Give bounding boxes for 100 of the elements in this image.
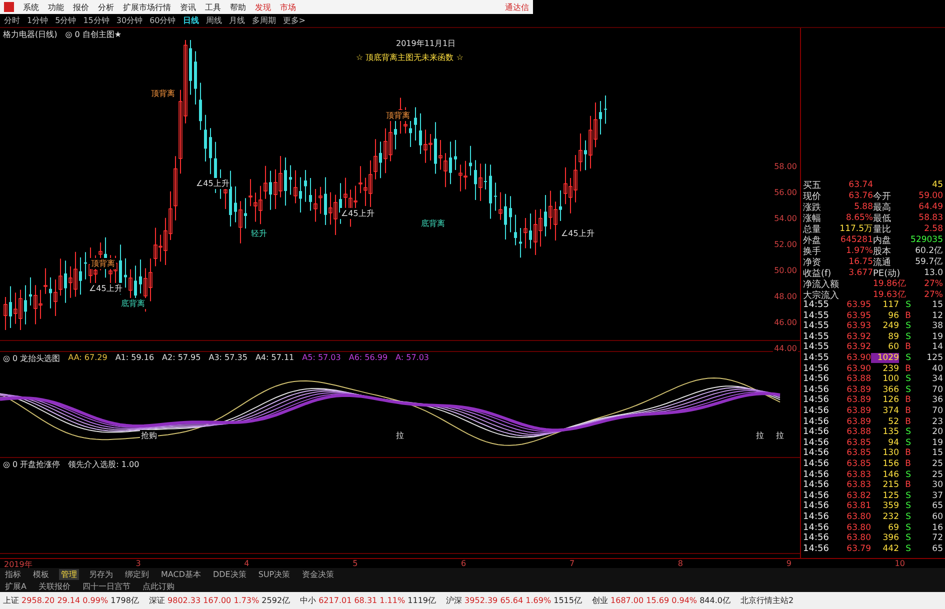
menu-item[interactable]: 发现 xyxy=(255,2,271,12)
index-quote: 中小 6217.01 68.31 1.11% 1119亿 xyxy=(300,595,436,606)
formula-tab[interactable]: 资金决策 xyxy=(300,568,336,580)
menu-item[interactable]: 市场 xyxy=(280,2,296,12)
tick-count: 65 xyxy=(931,501,943,512)
indicator-label: 拉 xyxy=(395,430,405,441)
tick-volume: 89 xyxy=(887,332,899,342)
formula-tab[interactable]: MACD基本 xyxy=(159,568,203,580)
indicator-value: A1: 59.16 xyxy=(115,353,154,364)
tick-count: 72 xyxy=(931,533,943,544)
quote-label: 最低 xyxy=(873,212,892,224)
tick-price: 63.89 xyxy=(846,384,871,395)
tick-time: 14:56 xyxy=(803,438,830,448)
quote-label: 量比 xyxy=(873,224,892,236)
sub-tab[interactable]: 点此订购 xyxy=(140,580,176,592)
period-tab[interactable]: 分时 xyxy=(4,15,20,26)
formula-tab[interactable]: SUP决策 xyxy=(256,568,292,580)
quote-value: 1.97% xyxy=(844,246,873,256)
tick-side: S xyxy=(904,384,911,395)
formula-tab[interactable]: 绑定到 xyxy=(123,568,151,580)
date-axis-label: 5 xyxy=(352,559,358,568)
quote-value: 59.00 xyxy=(918,191,943,202)
period-tab[interactable]: 多周期 xyxy=(252,15,276,26)
formula-name: ◎ 0 自创主图★ xyxy=(65,29,122,40)
tick-time: 14:55 xyxy=(803,342,830,352)
chart-annotation: 顶背离 xyxy=(150,88,176,99)
tick-price: 63.80 xyxy=(846,512,871,522)
period-tab[interactable]: 周线 xyxy=(206,15,222,26)
menu-item[interactable]: 资讯 xyxy=(180,2,196,12)
period-tab[interactable]: 5分钟 xyxy=(55,15,76,26)
chart-subtitle: ☆ 顶底背离主图无未来函数 ☆ xyxy=(355,52,464,63)
quote-label: 收益(f) xyxy=(803,268,832,280)
tick-side: S xyxy=(904,501,911,512)
sub-tab[interactable]: 关联报价 xyxy=(36,580,72,592)
quote-value: 45 xyxy=(931,180,943,190)
quote-label: 净资 xyxy=(803,256,822,268)
sub-tab[interactable]: 四十一日宫节 xyxy=(80,580,132,592)
tick-side: B xyxy=(904,395,911,406)
tick-price: 63.89 xyxy=(846,416,871,427)
menu-item[interactable]: 系统 xyxy=(23,2,39,12)
quote-label: 涨跌 xyxy=(803,202,822,214)
period-tab[interactable]: 60分钟 xyxy=(150,15,176,26)
chart-annotation: 底背离 xyxy=(120,298,146,309)
tick-time: 14:56 xyxy=(803,512,830,522)
indicator-value: A: 57.03 xyxy=(396,353,430,364)
tick-volume: 60 xyxy=(887,342,899,352)
tick-count: 16 xyxy=(931,522,943,533)
menu-item[interactable]: 报价 xyxy=(73,2,89,12)
tick-volume: 94 xyxy=(887,438,899,448)
tick-side: B xyxy=(904,448,911,458)
date-axis-label: 4 xyxy=(244,559,250,568)
indicator-name: ◎ 0 开盘抢涨停 xyxy=(3,459,60,470)
menu-item[interactable]: 分析 xyxy=(98,2,114,12)
date-axis-label: 7 xyxy=(569,559,575,568)
tick-time: 14:56 xyxy=(803,374,830,384)
menu-item[interactable]: 功能 xyxy=(48,2,64,12)
period-tab[interactable]: 更多> xyxy=(282,15,306,26)
menu-item[interactable]: 扩展市场行情 xyxy=(123,2,171,12)
tick-count: 70 xyxy=(931,406,943,416)
period-tab[interactable]: 月线 xyxy=(228,15,245,26)
quote-value: 63.76 xyxy=(848,191,873,202)
chart-annotation: ∠45上升 xyxy=(560,228,596,239)
tick-price: 63.90 xyxy=(846,364,871,374)
tick-time: 14:56 xyxy=(803,427,830,438)
menu-item[interactable]: 帮助 xyxy=(230,2,246,12)
date-axis-label: 2019年 xyxy=(4,559,32,568)
formula-tab[interactable]: DDE决策 xyxy=(210,568,248,580)
tick-count: 30 xyxy=(931,480,943,490)
tick-count: 20 xyxy=(931,427,943,438)
quote-value: 59.7亿 xyxy=(914,256,943,268)
tick-count: 25 xyxy=(931,470,943,480)
indicator-value: AA: 67.29 xyxy=(68,353,108,364)
formula-tab[interactable]: 另存为 xyxy=(87,568,115,580)
tick-volume: 126 xyxy=(882,395,899,406)
quote-value: 60.2亿 xyxy=(914,245,943,257)
quote-value: 58.83 xyxy=(918,213,943,224)
tick-time: 14:56 xyxy=(803,458,830,469)
tick-side: S xyxy=(904,533,911,544)
indicator-value: 领先介入选股: 1.00 xyxy=(68,459,140,470)
tick-volume: 366 xyxy=(882,384,899,395)
formula-tab[interactable]: 指标 xyxy=(3,568,23,580)
tick-volume: 442 xyxy=(882,544,899,554)
menu-item[interactable]: 工具 xyxy=(205,2,221,12)
formula-tab[interactable]: 管理 xyxy=(59,568,79,580)
quote-label: 换手 xyxy=(803,246,822,258)
period-tab[interactable]: 15分钟 xyxy=(83,15,110,26)
quote-value: 645281 xyxy=(840,235,873,246)
tick-volume: 69 xyxy=(887,522,899,533)
flow-percent: 27% xyxy=(923,290,943,300)
period-tab[interactable]: 30分钟 xyxy=(116,15,143,26)
indicator-label: 抢购 xyxy=(140,430,158,441)
period-tab[interactable]: 1分钟 xyxy=(27,15,48,26)
period-tab[interactable]: 日线 xyxy=(182,15,199,26)
sub-tab[interactable]: 扩展A xyxy=(3,580,28,592)
formula-tab[interactable]: 模板 xyxy=(31,568,51,580)
tick-side: B xyxy=(904,480,911,490)
tick-time: 14:56 xyxy=(803,533,830,544)
tick-count: 19 xyxy=(931,332,943,342)
chart-annotation: ∠45上升 xyxy=(88,283,124,294)
date-label: 2019年11月1日 xyxy=(395,38,457,49)
